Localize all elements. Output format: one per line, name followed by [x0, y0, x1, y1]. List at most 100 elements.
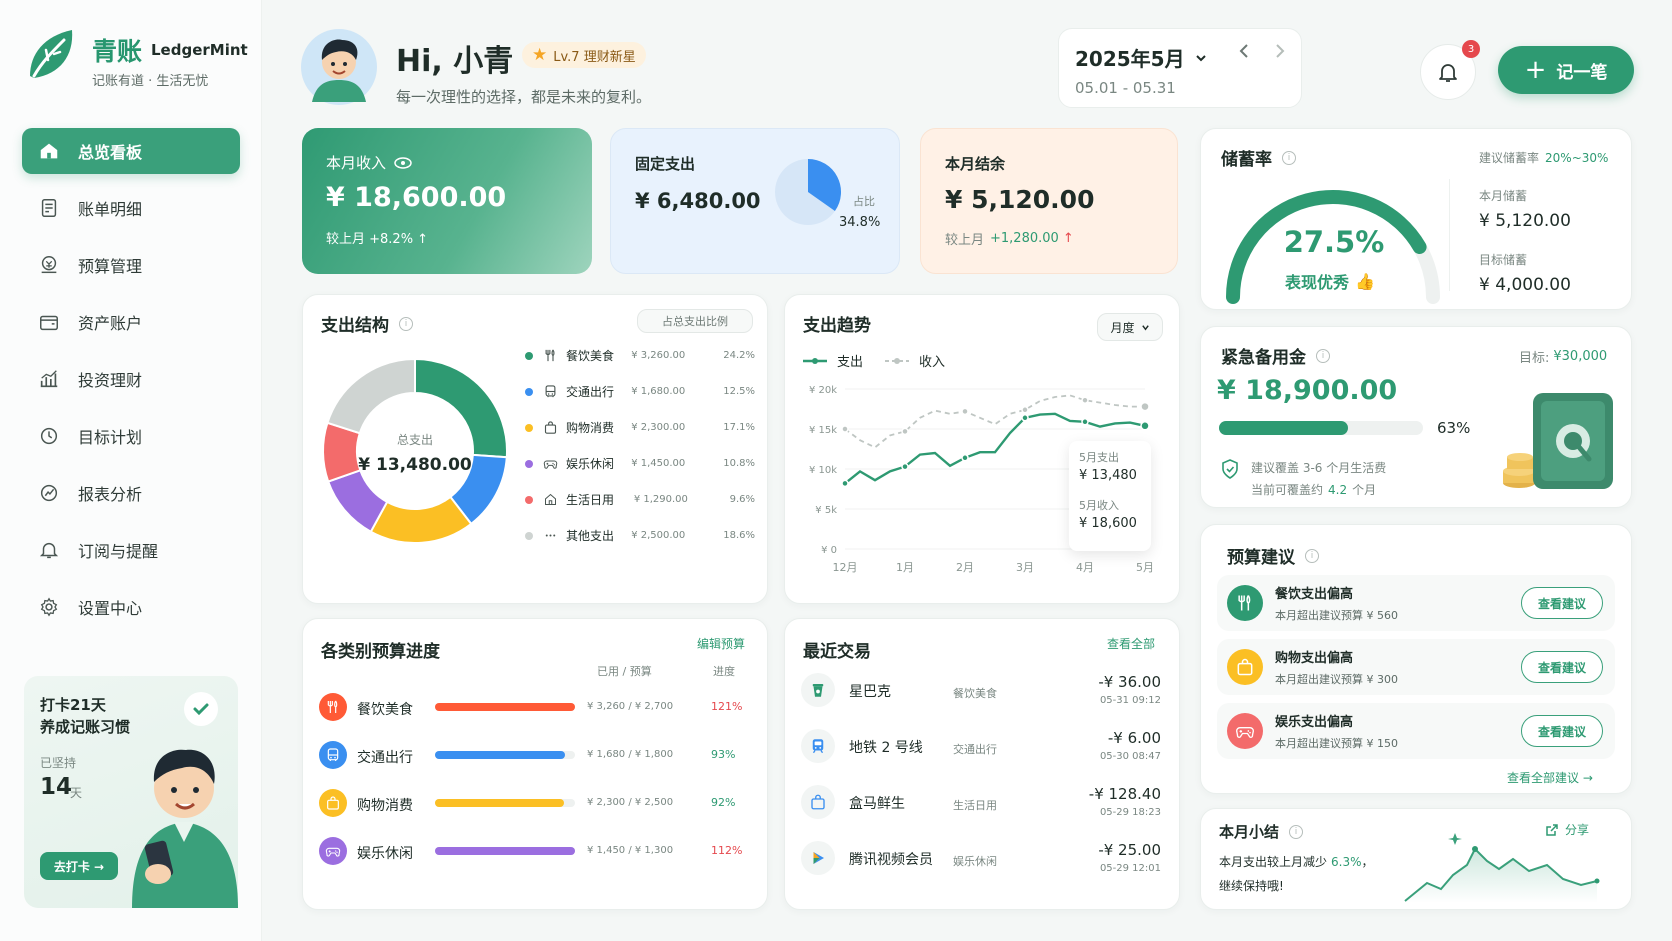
legend-pct: 10.8% — [723, 458, 755, 469]
checkin-subtitle: 养成记账习惯 — [40, 718, 131, 736]
income-compare: 较上月 +8.2% ↑ — [326, 232, 429, 247]
safe-icon — [1503, 393, 1613, 489]
savings-card: 储蓄率 i 建议储蓄率 20%~30% 27.5% 表现优秀 👍 本月储蓄 ¥ … — [1200, 128, 1632, 310]
income-point[interactable] — [1140, 401, 1150, 412]
donut-slice-5[interactable] — [326, 357, 416, 435]
recent-title: 最近交易 — [803, 642, 871, 662]
nav-item-home[interactable]: 总览看板 — [22, 128, 240, 174]
nav-item-gear[interactable]: 设置中心 — [22, 584, 240, 630]
budget-percent: 93% — [711, 748, 736, 761]
info-icon[interactable]: i — [1316, 348, 1330, 363]
legend-name: 餐饮美食 — [566, 349, 615, 363]
structure-legend-item[interactable]: 生活日用 ¥ 1,290.00 9.6% — [525, 491, 755, 508]
gamepad-icon — [319, 837, 347, 865]
expense-donut-chart — [322, 357, 508, 544]
budget-progress-card: 各类别预算进度 编辑预算 已用 / 预算 进度 餐饮美食 ¥ 3,260 / ¥ … — [302, 618, 768, 910]
streak-days: 14 — [40, 774, 73, 800]
transaction-name: 地铁 2 号线 — [849, 740, 923, 756]
budget-progress-bar — [435, 799, 575, 807]
bill-icon — [38, 197, 78, 219]
expense-point[interactable] — [1021, 414, 1029, 422]
expense-point[interactable] — [1081, 418, 1089, 426]
view-advice-button[interactable]: 查看建议 — [1521, 651, 1603, 683]
expense-point[interactable] — [901, 462, 909, 471]
structure-legend-item[interactable]: 娱乐休闲 ¥ 1,450.00 10.8% — [525, 455, 755, 472]
info-icon[interactable]: i — [1305, 548, 1319, 563]
avatar[interactable] — [300, 28, 378, 106]
nav-item-bill[interactable]: 账单明细 — [22, 185, 240, 231]
utensils-icon — [543, 348, 558, 363]
structure-legend-item[interactable]: 其他支出 ¥ 2,500.00 18.6% — [525, 527, 755, 544]
info-icon[interactable]: i — [1289, 824, 1304, 839]
structure-mode-toggle[interactable]: 占总支出比例 — [637, 309, 753, 333]
advice-item: 购物支出偏高 本月超出建议预算 ¥ 300 查看建议 — [1217, 639, 1615, 695]
brand-name-en: LedgerMint — [151, 41, 248, 59]
income-point[interactable] — [961, 407, 969, 416]
savings-suggest-label: 建议储蓄率 — [1479, 151, 1540, 165]
utensils-icon — [319, 693, 347, 721]
x-tick-label: 2月 — [956, 561, 974, 574]
trend-period-select[interactable]: 月度 — [1097, 313, 1163, 341]
transaction-row[interactable]: 地铁 2 号线 交通出行 -¥ 6.00 05-30 08:47 — [785, 721, 1181, 773]
bag-icon — [1227, 649, 1263, 685]
chevron-down-icon[interactable] — [1195, 52, 1207, 64]
view-advice-button[interactable]: 查看建议 — [1521, 715, 1603, 747]
structure-legend-item[interactable]: 餐饮美食 ¥ 3,260.00 24.2% — [525, 347, 755, 364]
income-point[interactable] — [901, 427, 909, 436]
info-icon[interactable]: i — [399, 316, 413, 331]
expense-point[interactable] — [841, 479, 849, 488]
income-card[interactable]: 本月收入 ¥ 18,600.00 较上月 +8.2% ↑ — [302, 128, 592, 274]
edit-budget-link[interactable]: 编辑预算 — [697, 635, 745, 652]
view-all-transactions-link[interactable]: 查看全部 — [1107, 635, 1155, 652]
chevron-left-icon[interactable] — [1237, 43, 1251, 59]
gamepad-icon — [1227, 713, 1263, 749]
structure-title: 支出结构 — [321, 316, 389, 336]
view-all-advice-link[interactable]: 查看全部建议 → — [1507, 769, 1593, 786]
nav-item-budget[interactable]: 预算管理 — [22, 242, 240, 288]
view-advice-button[interactable]: 查看建议 — [1521, 587, 1603, 619]
checkin-card: 打卡21天 养成记账习惯 已坚持 14 天 去打卡 → — [24, 676, 238, 908]
transaction-row[interactable]: 星巴克 餐饮美食 -¥ 36.00 05-31 09:12 — [785, 665, 1181, 717]
income-point[interactable] — [1081, 396, 1089, 404]
checkin-button[interactable]: 去打卡 → — [40, 852, 118, 880]
nav-item-bell[interactable]: 订阅与提醒 — [22, 527, 240, 573]
budget-col-progress: 进度 — [713, 665, 735, 678]
savings-rate: 27.5% — [1283, 225, 1385, 259]
add-record-button[interactable]: + 记一笔 — [1498, 46, 1634, 94]
structure-legend-item[interactable]: 交通出行 ¥ 1,680.00 12.5% — [525, 383, 755, 400]
summary-text-prefix: 本月支出较上月减少 — [1219, 855, 1328, 869]
transaction-row[interactable]: 盒马鲜生 生活日用 -¥ 128.40 05-29 18:23 — [785, 777, 1181, 829]
expense-point[interactable] — [1140, 421, 1150, 431]
expense-point[interactable] — [961, 454, 969, 462]
info-icon[interactable]: i — [1282, 150, 1296, 165]
report-icon — [38, 482, 78, 504]
summary-text-line2: 继续保持哦! — [1219, 879, 1284, 893]
balance-compare-value: +1,280.00 — [990, 231, 1059, 246]
balance-card[interactable]: 本月结余 ¥ 5,120.00 较上月 +1,280.00 ↑ — [920, 128, 1178, 274]
nav-item-chart[interactable]: 投资理财 — [22, 356, 240, 402]
level-badge: ★ Lv.7 理财新星 — [522, 42, 646, 68]
nav-item-wallet[interactable]: 资产账户 — [22, 299, 240, 345]
structure-legend-item[interactable]: 购物消费 ¥ 2,300.00 17.1% — [525, 419, 755, 436]
legend-name: 购物消费 — [566, 421, 615, 435]
home-icon — [38, 140, 78, 162]
budget-progress-bar — [435, 751, 575, 759]
month-picker[interactable]: 2025年5月 05.01 - 05.31 — [1058, 28, 1302, 108]
bag-icon — [543, 420, 558, 435]
income-point[interactable] — [841, 425, 849, 433]
nav-item-target[interactable]: 目标计划 — [22, 413, 240, 459]
eye-icon[interactable] — [394, 156, 412, 169]
transaction-amount: -¥ 128.40 — [1088, 785, 1161, 803]
income-point[interactable] — [1021, 406, 1029, 414]
nav-item-report[interactable]: 报表分析 — [22, 470, 240, 516]
legend-dot — [525, 495, 533, 504]
legend-dot — [525, 387, 533, 396]
fixed-expense-card[interactable]: 固定支出 ¥ 6,480.00 占比 34.8% — [610, 128, 900, 274]
legend-amount: ¥ 2,500.00 — [631, 530, 686, 541]
legend-amount: ¥ 1,680.00 — [631, 386, 686, 397]
chevron-right-icon[interactable] — [1273, 43, 1287, 59]
metro-icon — [801, 729, 835, 763]
transaction-row[interactable]: 腾讯视频会员 娱乐休闲 -¥ 25.00 05-29 12:01 — [785, 833, 1181, 885]
donut-center-value: ¥ 13,480.00 — [358, 455, 472, 475]
fixed-ratio: 34.8% — [839, 215, 881, 230]
